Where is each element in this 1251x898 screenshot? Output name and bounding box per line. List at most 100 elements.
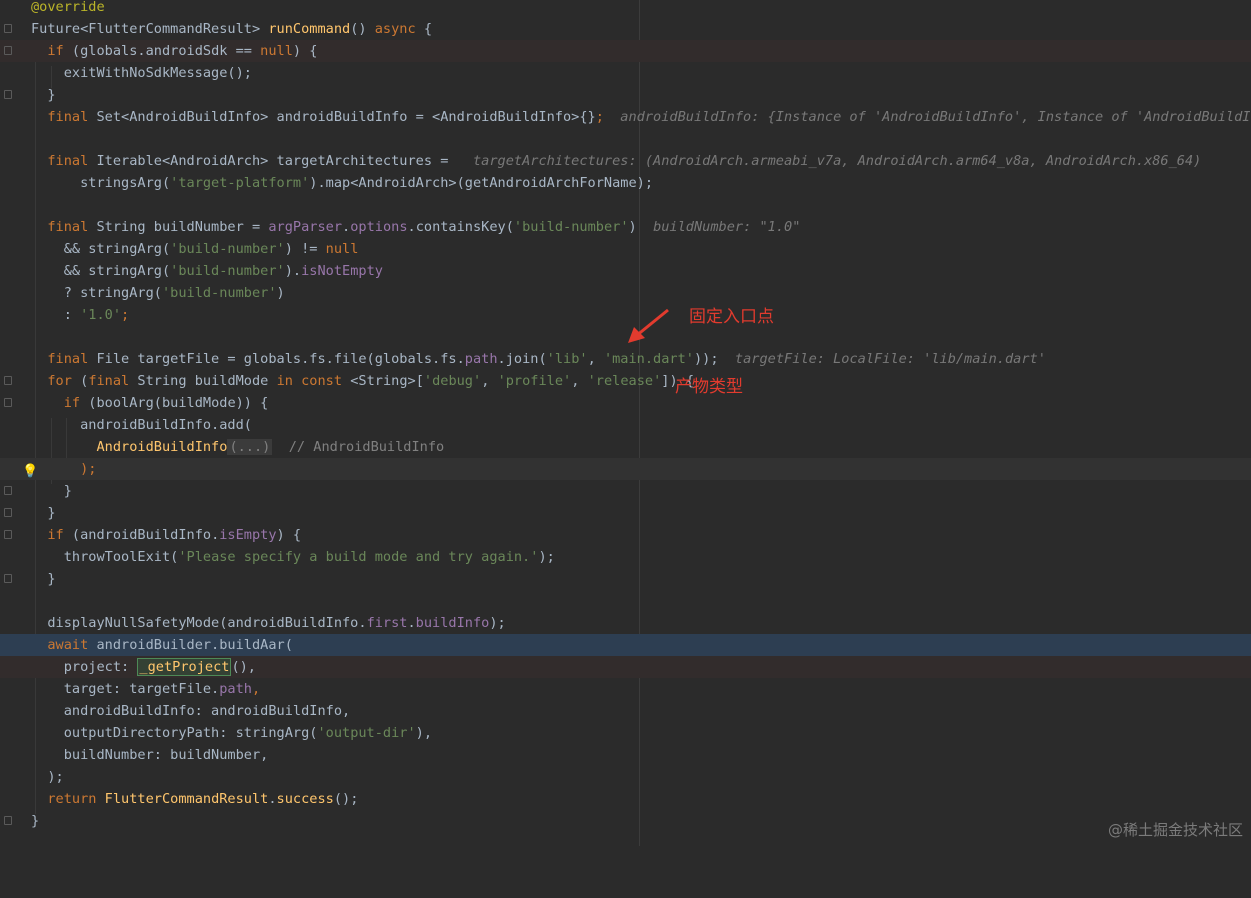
- code-token: ) !=: [284, 241, 326, 257]
- fold-toggle-icon[interactable]: [4, 816, 12, 825]
- code-line[interactable]: }: [0, 568, 1251, 590]
- code-token: );: [31, 461, 97, 477]
- fold-toggle-icon[interactable]: [4, 24, 12, 33]
- code-token: (globals.androidSdk ==: [63, 43, 261, 59]
- fold-toggle-icon[interactable]: [4, 486, 12, 495]
- debug-execution-line[interactable]: await androidBuilder.buildAar(: [0, 634, 1251, 656]
- code-line[interactable]: if (boolArg(buildMode)) {: [0, 392, 1251, 414]
- code-token: ).: [284, 263, 302, 279]
- code-token: ,: [481, 373, 498, 389]
- code-line[interactable]: Future<FlutterCommandResult> runCommand(…: [0, 18, 1251, 40]
- code-token: );: [31, 769, 64, 785]
- fold-toggle-icon[interactable]: [4, 46, 12, 55]
- code-token: ,: [571, 373, 588, 389]
- fold-toggle-icon[interactable]: [4, 398, 12, 407]
- code-editor[interactable]: @override Future<FlutterCommandResult> r…: [0, 0, 1251, 846]
- code-token: async: [374, 21, 416, 37]
- code-token: );: [489, 615, 506, 631]
- code-line[interactable]: ? stringArg('build-number'): [0, 282, 1251, 304]
- selected-token[interactable]: _getProject: [137, 658, 232, 676]
- code-token: androidBuildInfo: androidBuildInfo,: [31, 703, 351, 719]
- code-token: throwToolExit(: [31, 549, 179, 565]
- code-token: }: [31, 813, 40, 829]
- code-line[interactable]: outputDirectoryPath: stringArg('output-d…: [0, 722, 1251, 744]
- code-token: File targetFile = globals.fs.file(global…: [88, 351, 465, 367]
- code-line[interactable]: );: [0, 766, 1251, 788]
- code-token: }: [31, 87, 56, 103]
- annotation-build-type: 产物类型: [675, 377, 743, 397]
- code-token: }: [31, 505, 56, 521]
- code-line[interactable]: final File targetFile = globals.fs.file(…: [0, 348, 1251, 370]
- code-token: path: [219, 681, 252, 697]
- code-token: String buildMode: [129, 373, 277, 389]
- fold-toggle-icon[interactable]: [4, 530, 12, 539]
- code-token: ();: [333, 791, 359, 807]
- code-token: buildInfo: [415, 615, 490, 631]
- code-token: final: [88, 373, 130, 389]
- code-line[interactable]: exitWithNoSdkMessage();: [0, 62, 1251, 84]
- code-token: isEmpty: [219, 527, 277, 543]
- code-token: const: [301, 373, 343, 389]
- code-line[interactable]: AndroidBuildInfo (...) // AndroidBuildInf…: [0, 436, 1251, 458]
- code-line[interactable]: && stringArg('build-number').isNotEmpty: [0, 260, 1251, 282]
- code-token: && stringArg(: [31, 241, 171, 257]
- code-token: in: [276, 373, 293, 389]
- code-token: :: [31, 307, 81, 323]
- code-token: ) {: [276, 527, 302, 543]
- code-line[interactable]: if (globals.androidSdk == null) {: [0, 40, 1251, 62]
- folded-region[interactable]: (...): [227, 439, 273, 455]
- code-token: '1.0': [80, 307, 122, 323]
- code-line[interactable]: }: [0, 810, 1251, 832]
- code-token: ,: [587, 351, 604, 367]
- code-token: && stringArg(: [31, 263, 171, 279]
- code-token: AndroidBuildInfo: [96, 439, 228, 455]
- code-token: 'main.dart': [603, 351, 694, 367]
- watermark: @稀土掘金技术社区: [1107, 821, 1243, 839]
- code-line[interactable]: displayNullSafetyMode(androidBuildInfo.f…: [0, 612, 1251, 634]
- code-line[interactable]: }: [0, 502, 1251, 524]
- code-line[interactable]: for (final String buildMode in const <St…: [0, 370, 1251, 392]
- code-line[interactable]: }: [0, 480, 1251, 502]
- code-line[interactable]: project: _getProject (),: [0, 656, 1251, 678]
- code-line[interactable]: stringsArg('target-platform').map<Androi…: [0, 172, 1251, 194]
- code-line[interactable]: target: targetFile.path,: [0, 678, 1251, 700]
- code-token: final: [47, 109, 89, 125]
- code-line[interactable]: buildNumber: buildNumber,: [0, 744, 1251, 766]
- code-token: (: [71, 373, 89, 389]
- code-line[interactable]: && stringArg('build-number') != null: [0, 238, 1251, 260]
- code-line[interactable]: final Set<AndroidBuildInfo> androidBuild…: [0, 106, 1251, 128]
- code-token: 'release': [587, 373, 662, 389]
- code-line[interactable]: final String buildNumber = argParser.opt…: [0, 216, 1251, 238]
- code-token: 'debug': [423, 373, 482, 389]
- code-line[interactable]: @override: [0, 0, 1251, 18]
- code-line[interactable]: if (androidBuildInfo.isEmpty) {: [0, 524, 1251, 546]
- code-line[interactable]: return FlutterCommandResult.success();: [0, 788, 1251, 810]
- code-line[interactable]: final Iterable<AndroidArch> targetArchit…: [0, 150, 1251, 172]
- fold-toggle-icon[interactable]: [4, 508, 12, 517]
- code-line[interactable]: }: [0, 84, 1251, 106]
- code-token: ): [628, 219, 637, 235]
- code-token: stringsArg(: [31, 175, 171, 191]
- code-line[interactable]: throwToolExit('Please specify a build mo…: [0, 546, 1251, 568]
- code-token: {: [415, 21, 433, 37]
- code-token: outputDirectoryPath: stringArg(: [31, 725, 318, 741]
- code-token: path: [464, 351, 498, 367]
- fold-toggle-icon[interactable]: [4, 90, 12, 99]
- fold-toggle-icon[interactable]: [4, 376, 12, 385]
- code-line[interactable]: androidBuildInfo: androidBuildInfo,: [0, 700, 1251, 722]
- code-token: .containsKey(: [407, 219, 514, 235]
- code-token: Iterable<AndroidArch> targetArchitecture…: [88, 153, 457, 169]
- code-line[interactable]: 💡 );: [0, 458, 1251, 480]
- code-token: }: [31, 483, 72, 499]
- code-line[interactable]: : '1.0';: [0, 304, 1251, 326]
- code-line[interactable]: androidBuildInfo.add(: [0, 414, 1251, 436]
- code-token: if: [63, 395, 81, 411]
- code-token: if: [47, 43, 64, 59]
- code-token: return: [47, 791, 97, 807]
- fold-toggle-icon[interactable]: [4, 574, 12, 583]
- code-token: final: [47, 219, 89, 235]
